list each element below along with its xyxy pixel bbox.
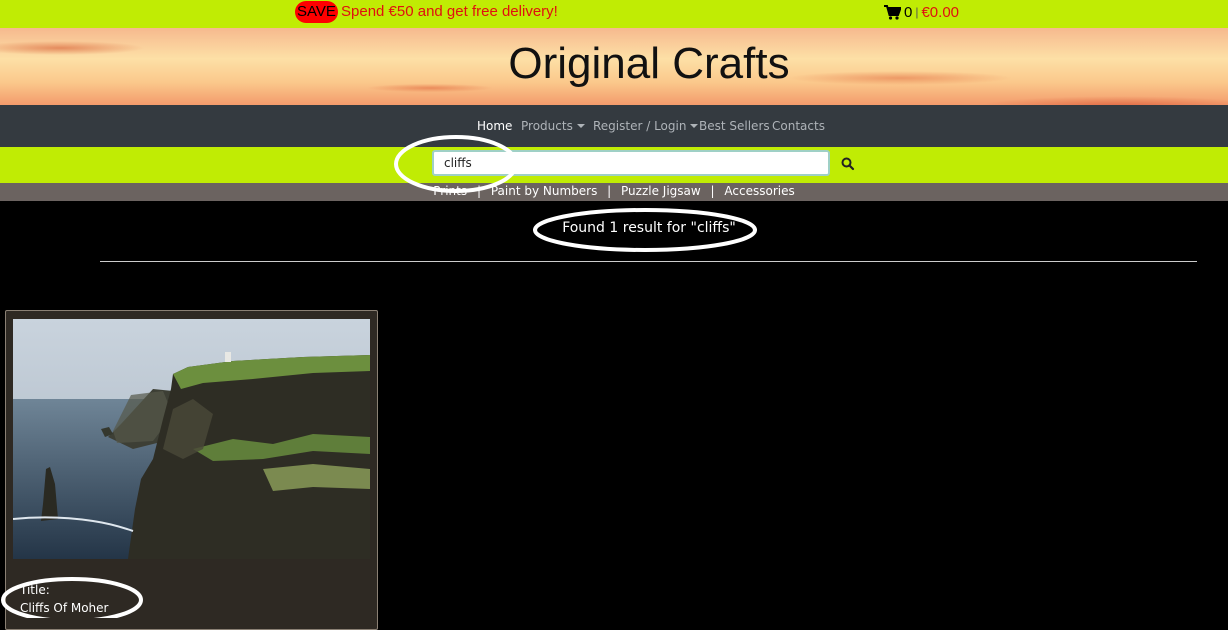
header-banner: Original Crafts <box>0 28 1228 105</box>
save-badge: SAVE <box>295 1 338 23</box>
cart-count: 0 <box>904 3 913 21</box>
search-input[interactable] <box>432 150 830 176</box>
chevron-down-icon <box>690 124 699 128</box>
nav-home[interactable]: Home <box>477 118 512 134</box>
category-separator: | <box>607 184 612 198</box>
category-bar: Prints | Paint by Numbers | Puzzle Jigsa… <box>0 183 1228 201</box>
search-bar <box>0 147 1228 183</box>
category-separator: | <box>710 184 715 198</box>
category-puzzle-jigsaw[interactable]: Puzzle Jigsaw <box>621 184 701 198</box>
product-title[interactable]: Cliffs Of Moher <box>20 600 108 616</box>
category-paint-by-numbers[interactable]: Paint by Numbers <box>491 184 598 198</box>
search-icon <box>841 157 855 171</box>
cart-total: €0.00 <box>921 3 960 21</box>
shopping-cart-icon <box>884 4 901 20</box>
nav-products[interactable]: Products <box>521 118 585 134</box>
cart-separator: | <box>915 5 919 19</box>
search-button[interactable] <box>838 154 858 174</box>
category-accessories[interactable]: Accessories <box>724 184 794 198</box>
nav-register-login-label: Register / Login <box>593 119 687 133</box>
cart-summary[interactable]: 0 | €0.00 <box>884 3 959 21</box>
main-nav: Home Products Register / Login Best Sell… <box>0 105 1228 147</box>
category-separator: | <box>476 184 481 198</box>
nav-contacts[interactable]: Contacts <box>772 118 825 134</box>
nav-register-login[interactable]: Register / Login <box>593 118 699 134</box>
nav-products-label: Products <box>521 119 573 133</box>
promo-message: Spend €50 and get free delivery! <box>341 3 558 20</box>
product-title-label: Title: <box>20 583 50 597</box>
category-prints[interactable]: Prints <box>433 184 467 198</box>
divider <box>100 261 1197 262</box>
promo-bar: SAVE Spend €50 and get free delivery! 0 … <box>0 0 1228 28</box>
search-results-summary: Found 1 result for "cliffs" <box>562 220 736 236</box>
product-image[interactable] <box>13 319 370 559</box>
chevron-down-icon <box>576 124 585 128</box>
nav-best-sellers[interactable]: Best Sellers <box>699 118 770 134</box>
product-card[interactable]: Title: Cliffs Of Moher <box>5 310 378 630</box>
site-title[interactable]: Original Crafts <box>0 38 1228 90</box>
